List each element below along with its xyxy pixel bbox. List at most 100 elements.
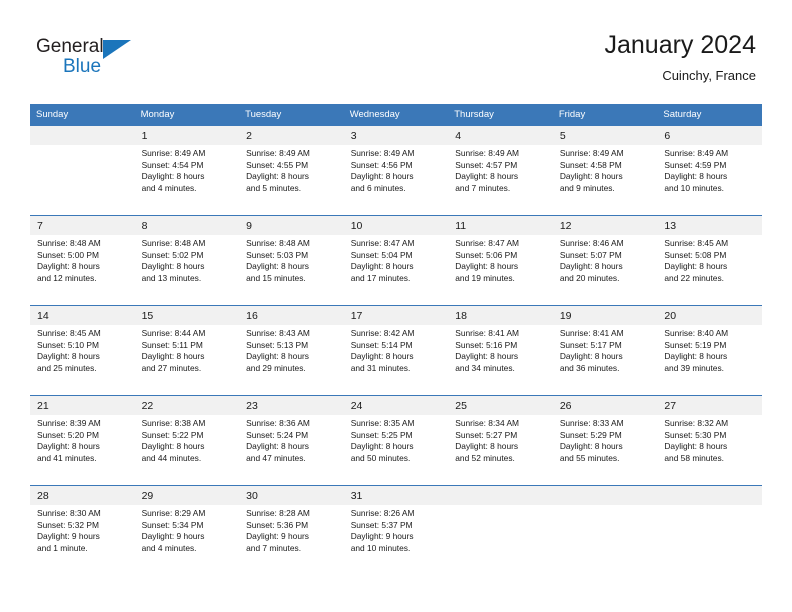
day-number[interactable]: 22 <box>134 395 240 415</box>
day-cell[interactable]: Sunrise: 8:40 AM Sunset: 5:19 PM Dayligh… <box>657 325 762 386</box>
location-subtitle: Cuinchy, France <box>662 68 756 83</box>
sunrise-text: Sunrise: 8:49 AM <box>664 148 729 158</box>
day-number[interactable]: 27 <box>657 395 762 415</box>
day-cell[interactable]: Sunrise: 8:41 AM Sunset: 5:17 PM Dayligh… <box>552 325 658 386</box>
day-cell[interactable]: Sunrise: 8:46 AM Sunset: 5:07 PM Dayligh… <box>552 235 658 296</box>
day-cell[interactable]: Sunrise: 8:32 AM Sunset: 5:30 PM Dayligh… <box>657 415 762 476</box>
sunrise-text: Sunrise: 8:47 AM <box>455 238 520 248</box>
day-number[interactable]: 30 <box>239 485 344 505</box>
day-number[interactable]: 18 <box>448 305 553 325</box>
daylight-text-line1: Daylight: 8 hours <box>664 171 728 182</box>
daylight-text-line2: and 47 minutes. <box>246 452 306 463</box>
day-number[interactable]: 2 <box>239 125 344 145</box>
day-cell[interactable]: Sunrise: 8:47 AM Sunset: 5:04 PM Dayligh… <box>343 235 449 296</box>
week-spacer <box>30 296 762 306</box>
day-number[interactable]: 15 <box>134 305 240 325</box>
sunrise-text: Sunrise: 8:49 AM <box>141 148 206 158</box>
day-cell[interactable]: Sunrise: 8:45 AM Sunset: 5:10 PM Dayligh… <box>30 325 135 386</box>
sunset-text: Sunset: 5:16 PM <box>455 339 518 350</box>
day-number[interactable]: 14 <box>30 305 135 325</box>
day-number[interactable]: 9 <box>239 215 344 235</box>
day-cell[interactable]: Sunrise: 8:44 AM Sunset: 5:11 PM Dayligh… <box>134 325 240 386</box>
daylight-text-line2: and 4 minutes. <box>141 182 197 193</box>
sunset-text: Sunset: 4:55 PM <box>246 159 309 170</box>
day-cell[interactable]: Sunrise: 8:49 AM Sunset: 4:57 PM Dayligh… <box>448 145 553 206</box>
day-cell[interactable]: Sunrise: 8:42 AM Sunset: 5:14 PM Dayligh… <box>343 325 449 386</box>
daylight-text-line2: and 6 minutes. <box>350 182 406 193</box>
daylight-text-line1: Daylight: 8 hours <box>455 171 519 182</box>
day-cell[interactable] <box>30 145 135 206</box>
daylight-text-line1: Daylight: 8 hours <box>559 171 623 182</box>
sunset-text: Sunset: 5:27 PM <box>455 429 518 440</box>
day-number[interactable]: 23 <box>239 395 344 415</box>
sunrise-text: Sunrise: 8:26 AM <box>350 508 415 518</box>
day-cell[interactable]: Sunrise: 8:38 AM Sunset: 5:22 PM Dayligh… <box>134 415 240 476</box>
day-cell[interactable]: Sunrise: 8:49 AM Sunset: 4:55 PM Dayligh… <box>239 145 344 206</box>
sunset-text: Sunset: 5:32 PM <box>37 519 99 530</box>
day-number[interactable]: 29 <box>134 485 240 505</box>
day-cell[interactable]: Sunrise: 8:34 AM Sunset: 5:27 PM Dayligh… <box>448 415 553 476</box>
sunrise-text: Sunrise: 8:44 AM <box>141 328 206 338</box>
day-number[interactable]: 25 <box>448 395 553 415</box>
daylight-text-line1: Daylight: 8 hours <box>246 261 309 272</box>
day-number[interactable]: 4 <box>448 125 553 145</box>
day-cell[interactable]: Sunrise: 8:30 AM Sunset: 5:32 PM Dayligh… <box>30 505 135 566</box>
day-number[interactable]: 31 <box>343 485 449 505</box>
day-number[interactable]: 12 <box>552 215 658 235</box>
day-number[interactable]: 10 <box>343 215 449 235</box>
day-number[interactable]: 21 <box>30 395 135 415</box>
day-cell[interactable]: Sunrise: 8:49 AM Sunset: 4:59 PM Dayligh… <box>657 145 762 206</box>
day-number[interactable] <box>30 125 135 145</box>
sunset-text: Sunset: 4:54 PM <box>141 159 204 170</box>
day-cell[interactable]: Sunrise: 8:47 AM Sunset: 5:06 PM Dayligh… <box>448 235 553 296</box>
day-cell[interactable]: Sunrise: 8:41 AM Sunset: 5:16 PM Dayligh… <box>448 325 553 386</box>
day-number <box>552 485 658 505</box>
day-cell[interactable]: Sunrise: 8:28 AM Sunset: 5:36 PM Dayligh… <box>239 505 344 566</box>
sunrise-text: Sunrise: 8:41 AM <box>455 328 520 338</box>
day-cell[interactable]: Sunrise: 8:48 AM Sunset: 5:00 PM Dayligh… <box>30 235 135 296</box>
day-number[interactable]: 3 <box>343 125 449 145</box>
daylight-text-line2: and 7 minutes. <box>455 182 511 193</box>
general-blue-logo[interactable]: General Blue <box>36 36 156 80</box>
day-cell[interactable]: Sunrise: 8:49 AM Sunset: 4:54 PM Dayligh… <box>134 145 240 206</box>
weekday-header-saturday: Saturday <box>657 104 762 126</box>
sunrise-text: Sunrise: 8:32 AM <box>664 418 729 428</box>
day-cell[interactable]: Sunrise: 8:49 AM Sunset: 4:56 PM Dayligh… <box>343 145 449 206</box>
day-number[interactable]: 13 <box>657 215 762 235</box>
day-number[interactable]: 26 <box>552 395 658 415</box>
day-cell[interactable]: Sunrise: 8:35 AM Sunset: 5:25 PM Dayligh… <box>343 415 449 476</box>
daylight-text-line1: Daylight: 8 hours <box>141 441 205 452</box>
sunset-text: Sunset: 4:56 PM <box>350 159 413 170</box>
day-number[interactable]: 19 <box>552 305 658 325</box>
day-number[interactable]: 5 <box>552 125 658 145</box>
day-number[interactable]: 11 <box>448 215 553 235</box>
day-number[interactable]: 16 <box>239 305 344 325</box>
day-number[interactable]: 24 <box>343 395 449 415</box>
daylight-text-line1: Daylight: 8 hours <box>455 261 519 272</box>
daylight-text-line1: Daylight: 8 hours <box>455 351 519 362</box>
day-number[interactable]: 7 <box>30 215 135 235</box>
day-cell[interactable]: Sunrise: 8:33 AM Sunset: 5:29 PM Dayligh… <box>552 415 658 476</box>
day-cell[interactable]: Sunrise: 8:39 AM Sunset: 5:20 PM Dayligh… <box>30 415 135 476</box>
day-cell[interactable]: Sunrise: 8:49 AM Sunset: 4:58 PM Dayligh… <box>552 145 658 206</box>
day-cell[interactable]: Sunrise: 8:48 AM Sunset: 5:03 PM Dayligh… <box>239 235 344 296</box>
day-number[interactable]: 28 <box>30 485 135 505</box>
sunrise-text: Sunrise: 8:45 AM <box>37 328 101 338</box>
sunset-text: Sunset: 5:11 PM <box>141 339 203 350</box>
day-cell[interactable]: Sunrise: 8:43 AM Sunset: 5:13 PM Dayligh… <box>239 325 344 386</box>
sunrise-text: Sunrise: 8:35 AM <box>350 418 415 428</box>
day-number[interactable]: 20 <box>657 305 762 325</box>
day-number[interactable]: 8 <box>134 215 240 235</box>
weekday-header-row: Sunday Monday Tuesday Wednesday Thursday… <box>30 104 762 126</box>
day-cell[interactable]: Sunrise: 8:29 AM Sunset: 5:34 PM Dayligh… <box>134 505 240 566</box>
daylight-text-line2: and 41 minutes. <box>37 452 97 463</box>
day-cell[interactable]: Sunrise: 8:48 AM Sunset: 5:02 PM Dayligh… <box>134 235 240 296</box>
day-cell[interactable]: Sunrise: 8:36 AM Sunset: 5:24 PM Dayligh… <box>239 415 344 476</box>
day-cell[interactable]: Sunrise: 8:45 AM Sunset: 5:08 PM Dayligh… <box>657 235 762 296</box>
day-number[interactable]: 6 <box>657 125 762 145</box>
day-number[interactable]: 17 <box>343 305 449 325</box>
sunset-text: Sunset: 5:29 PM <box>559 429 622 440</box>
day-number[interactable]: 1 <box>134 125 240 145</box>
daylight-text-line2: and 10 minutes. <box>350 542 411 553</box>
day-cell[interactable]: Sunrise: 8:26 AM Sunset: 5:37 PM Dayligh… <box>343 505 449 566</box>
